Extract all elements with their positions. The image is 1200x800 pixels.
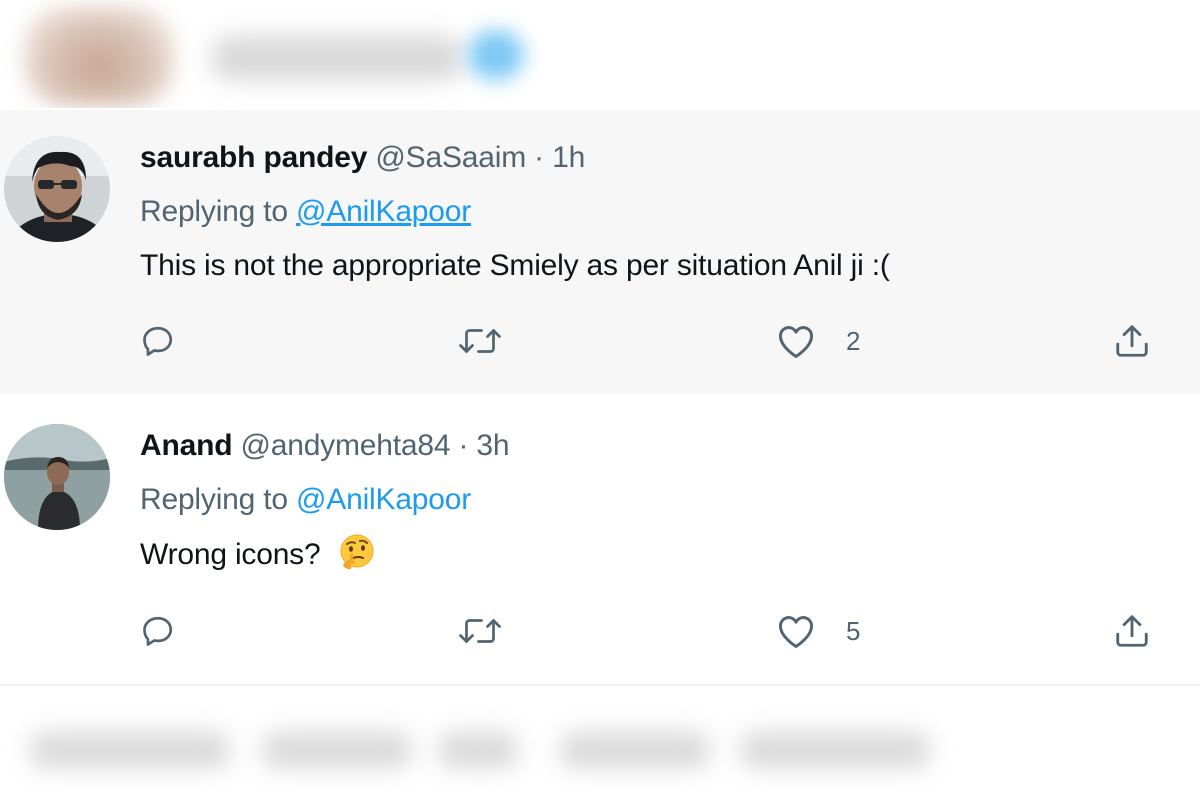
share-button[interactable] [1112, 606, 1152, 656]
timestamp[interactable]: 1h [552, 141, 585, 174]
replying-to-label: Replying to [140, 195, 288, 228]
reply-button[interactable] [140, 316, 176, 366]
reply-tweet-2[interactable]: Anand @andymehta84 · 3h Replying to @Ani… [0, 394, 1200, 684]
blurred-text-block [262, 732, 412, 768]
like-icon [776, 613, 816, 649]
tweet-text: This is not the appropriate Smiely as pe… [140, 249, 890, 282]
tweet-text: Wrong icons? [140, 538, 321, 571]
separator-dot: · [534, 141, 544, 174]
tweet-text-line: Wrong icons? [140, 532, 1160, 585]
tweet-header: Anand @andymehta84 · 3h [140, 424, 1160, 468]
mention-link[interactable]: @AnilKapoor [296, 483, 471, 516]
timestamp[interactable]: 3h [476, 429, 509, 462]
tweet-header: saurabh pandey @SaSaaim · 1h [140, 136, 1160, 180]
avatar[interactable] [4, 424, 110, 530]
blurred-text-block [438, 732, 518, 768]
blurred-header [0, 0, 1200, 108]
blurred-username [212, 36, 462, 80]
reply-icon [140, 613, 176, 649]
avatar[interactable] [4, 136, 110, 242]
mention-link[interactable]: @AnilKapoor [296, 195, 471, 228]
like-count: 2 [846, 325, 861, 356]
reply-button[interactable] [140, 606, 176, 656]
replying-to-line: Replying to @AnilKapoor [140, 478, 1160, 522]
share-icon [1112, 612, 1152, 650]
blurred-avatar [24, 6, 174, 106]
separator-dot: · [458, 429, 469, 462]
reply-tweet-1[interactable]: saurabh pandey @SaSaaim · 1h Replying to… [0, 110, 1200, 394]
blurred-text-block [30, 732, 230, 768]
retweet-button[interactable] [456, 316, 504, 366]
like-count: 5 [846, 615, 861, 646]
display-name[interactable]: saurabh pandey [140, 141, 367, 174]
display-name[interactable]: Anand [140, 429, 233, 462]
user-handle[interactable]: @SaSaaim [375, 141, 526, 174]
like-button[interactable]: 5 [776, 606, 860, 656]
blurred-text-block [560, 732, 710, 768]
tweet-actions: 5 [0, 606, 1200, 656]
user-handle[interactable]: @andymehta84 [240, 429, 450, 462]
retweet-button[interactable] [456, 606, 504, 656]
tweet-actions: 2 [0, 316, 1200, 366]
retweet-icon [456, 613, 504, 649]
thinking-face-emoji-icon [337, 532, 377, 585]
like-button[interactable]: 2 [776, 316, 860, 366]
replying-to-label: Replying to [140, 483, 288, 516]
like-icon [776, 323, 816, 359]
reply-icon [140, 323, 176, 359]
replying-to-line: Replying to @AnilKapoor [140, 190, 1160, 234]
blurred-verified-badge [468, 30, 524, 80]
retweet-icon [456, 323, 504, 359]
share-button[interactable] [1112, 316, 1152, 366]
blurred-text-block [740, 732, 930, 768]
tweet-content: saurabh pandey @SaSaaim · 1h Replying to… [140, 136, 1160, 288]
share-icon [1112, 322, 1152, 360]
tweet-content: Anand @andymehta84 · 3h Replying to @Ani… [140, 424, 1160, 585]
